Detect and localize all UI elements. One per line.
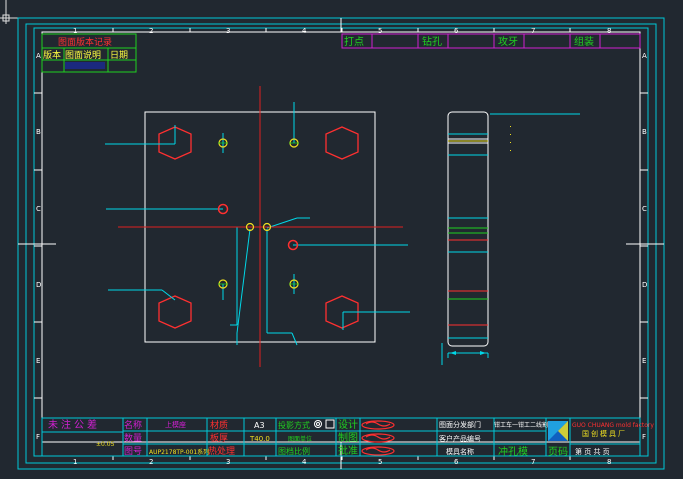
zone-top-2: 2 [149, 27, 153, 35]
dowel-holes[interactable] [218, 138, 299, 289]
revision-header-date: 日期 [110, 50, 128, 61]
zone-right-A: A [642, 52, 647, 60]
process-punch: 打点 [344, 35, 364, 48]
cad-canvas[interactable]: 1 2 3 4 5 6 7 8 1 2 3 4 5 6 7 8 A B C D … [0, 0, 683, 479]
mold-name-value: 冲孔模 [498, 445, 528, 458]
hex-hole-top-right[interactable] [325, 126, 359, 160]
units-label: 图面单位 [288, 435, 312, 443]
untolerance-label: 未注公差 [48, 418, 100, 431]
company-en: GUO CHUANG mold factory [572, 422, 654, 429]
zone-left-E: E [36, 357, 40, 365]
plate-top-view[interactable] [105, 86, 410, 367]
heat-treatment-label: 热处理 [208, 445, 235, 457]
zone-bottom-4: 4 [302, 458, 307, 466]
projection-label: 投影方式 [278, 420, 310, 430]
process-assembly: 组装 [574, 35, 594, 48]
page-count-text: 第 页 共 页 [575, 447, 610, 456]
name-value: 上模座 [165, 420, 186, 429]
page-code-label: 页码 [548, 446, 568, 458]
material-label: 材质 [210, 419, 228, 431]
company-logo [548, 421, 568, 441]
thickness-value: T40.0 [249, 435, 270, 443]
zone-left-A: A [36, 52, 41, 60]
zone-left-C: C [36, 205, 41, 213]
zone-bottom-5: 5 [378, 458, 382, 466]
thickness-label: 板厚 [210, 432, 228, 444]
zone-left-D: D [36, 281, 41, 289]
plate-side-view[interactable] [441, 111, 580, 365]
revision-header-version: 版本 [43, 49, 61, 61]
process-tap: 攻牙 [498, 35, 518, 48]
zone-top-4: 4 [302, 27, 307, 35]
ucs-icon [0, 0, 18, 24]
drawing-frame [41, 31, 641, 443]
sheet-border-3 [33, 27, 649, 457]
design-label: 设计 [338, 418, 358, 431]
zone-bottom-8: 8 [607, 458, 611, 466]
zone-bottom-3: 3 [226, 458, 230, 466]
zone-right-F: F [642, 433, 646, 441]
thickness-label-side: 数量 [124, 432, 142, 444]
hex-hole-bottom-left[interactable] [158, 295, 192, 329]
company-cn: 国创模具厂 [582, 429, 627, 438]
sheet-border-2 [25, 23, 657, 464]
mold-name-label: 模具名称 [446, 447, 474, 456]
material-value: A3 [254, 421, 265, 430]
zone-right-C: C [642, 205, 647, 213]
zone-bottom-6: 6 [454, 458, 459, 466]
zone-left-B: B [36, 128, 41, 136]
issue-dept-label: 图面分发部门 [439, 420, 481, 429]
sheet-outer-border [17, 17, 665, 470]
zone-top-3: 3 [226, 27, 230, 35]
zone-ticks [34, 28, 648, 460]
drawing-no-label: 图号 [124, 446, 142, 457]
revision-header-desc: 图面说明 [65, 49, 101, 61]
zone-right-B: B [642, 128, 647, 136]
scale-label: 图档比例 [278, 446, 310, 456]
process-drill: 钻孔 [422, 35, 442, 48]
zone-bottom-7: 7 [531, 458, 535, 466]
name-label: 名称 [124, 419, 142, 431]
draw-label: 制图 [338, 431, 358, 444]
process-table: 打点 钻孔 攻牙 组装 [341, 33, 641, 49]
zone-right-E: E [642, 357, 646, 365]
tolerance-value: ±0.05 [96, 441, 115, 448]
approve-label: 批准 [338, 444, 358, 457]
centering-marks [18, 18, 664, 469]
drawing-no-value: AUP2178TP-001系列 [149, 448, 209, 456]
customer-no-label: 客户产品编号 [439, 434, 481, 443]
zone-bottom-2: 2 [149, 458, 153, 466]
signature-stamps [361, 420, 395, 456]
projection-symbol-icon [314, 419, 335, 429]
zone-bottom-1: 1 [73, 458, 77, 466]
revision-table: 图面版本记录 版本 图面说明 日期 [41, 33, 137, 73]
zone-right-D: D [642, 281, 647, 289]
zone-left-F: F [36, 433, 40, 441]
revision-table-title: 图面版本记录 [58, 36, 112, 48]
